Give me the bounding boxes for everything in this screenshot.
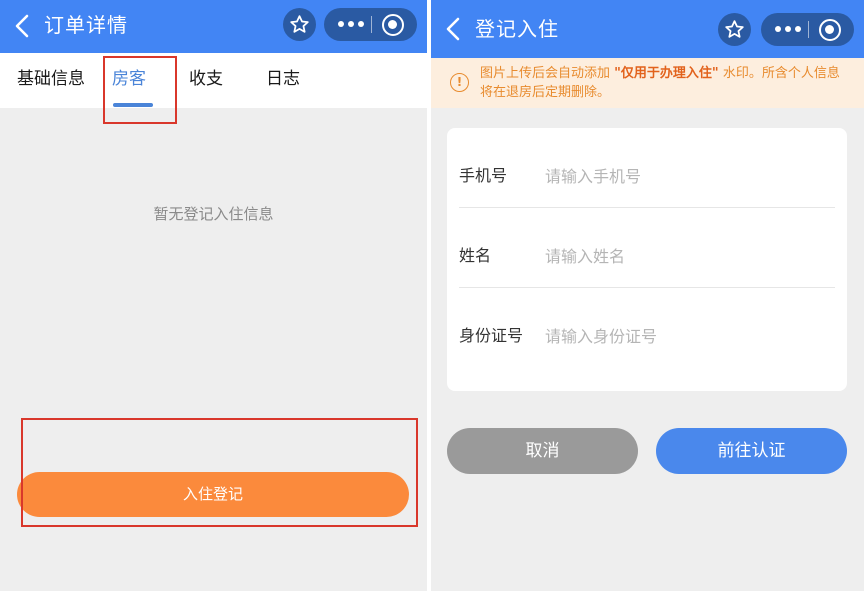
- more-dots-icon[interactable]: [775, 26, 801, 32]
- page-title: 订单详情: [44, 13, 128, 37]
- star-icon: [725, 20, 744, 38]
- id-number-input[interactable]: [545, 324, 825, 348]
- tab-basic-info[interactable]: 基础信息: [17, 68, 85, 90]
- name-label: 姓名: [459, 246, 492, 265]
- highlight-box-tab: [103, 56, 177, 124]
- info-icon: !: [450, 73, 469, 92]
- notice-highlight: "仅用于办理入住": [614, 66, 719, 81]
- id-number-label: 身份证号: [459, 326, 524, 345]
- more-dots-icon[interactable]: [338, 21, 364, 27]
- tab-bar: 基础信息 房客 收支 日志: [0, 53, 427, 108]
- tab-income-expense[interactable]: 收支: [189, 68, 223, 90]
- order-detail-screen: 订单详情 基础信息 房客 收支 日志 暂无登记入住信息 入住登记: [0, 0, 427, 591]
- mini-program-capsule: [324, 8, 417, 41]
- phone-label: 手机号: [459, 166, 508, 185]
- capsule-divider: [371, 16, 372, 33]
- favorite-button[interactable]: [718, 13, 751, 46]
- nav-bar: 订单详情: [0, 0, 427, 53]
- form-row-id: 身份证号: [459, 288, 835, 368]
- nav-bar: 登记入住: [431, 0, 864, 58]
- page-title: 登记入住: [475, 17, 559, 41]
- go-verify-button[interactable]: 前往认证: [656, 428, 847, 474]
- notice-text: 图片上传后会自动添加 "仅用于办理入住" 水印。所含个人信息将在退房后定期删除。: [480, 64, 852, 102]
- name-input[interactable]: [545, 244, 825, 268]
- empty-state-message: 暂无登记入住信息: [153, 205, 274, 223]
- checkin-form: 手机号 姓名 身份证号: [447, 128, 847, 391]
- notice-prefix: 图片上传后会自动添加: [480, 66, 615, 81]
- highlight-box-button: [21, 418, 418, 527]
- cancel-button[interactable]: 取消: [447, 428, 638, 474]
- form-row-phone: 手机号: [459, 128, 835, 208]
- back-arrow-icon[interactable]: [443, 16, 465, 42]
- watermark-notice: ! 图片上传后会自动添加 "仅用于办理入住" 水印。所含个人信息将在退房后定期删…: [431, 58, 864, 108]
- phone-input[interactable]: [545, 164, 825, 188]
- target-circle-icon[interactable]: [382, 14, 404, 36]
- target-circle-icon[interactable]: [819, 19, 841, 41]
- star-icon: [290, 15, 309, 33]
- favorite-button[interactable]: [283, 8, 316, 41]
- mini-program-capsule: [761, 13, 854, 46]
- checkin-form-screen: 登记入住 ! 图片上传后会自动添加 "仅用于办理入住" 水印。所含个人信息将在退…: [431, 0, 864, 591]
- back-arrow-icon[interactable]: [12, 13, 34, 39]
- form-row-name: 姓名: [459, 208, 835, 288]
- capsule-divider: [808, 21, 809, 38]
- tab-log[interactable]: 日志: [266, 68, 300, 90]
